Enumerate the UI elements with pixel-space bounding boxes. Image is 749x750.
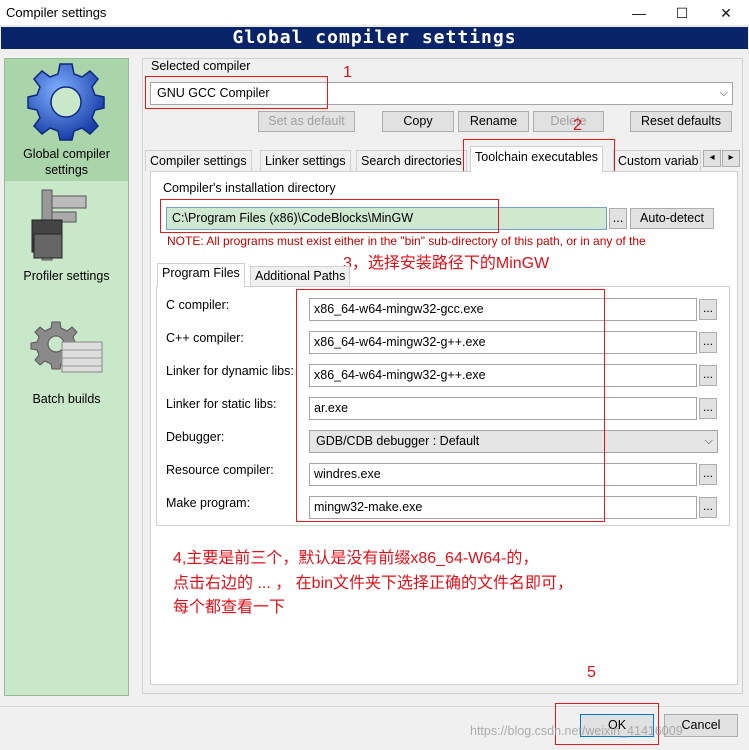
watermark: https://blog.csdn.net/weixin_41416009 (470, 724, 683, 738)
cpp-compiler-label: C++ compiler: (166, 331, 244, 345)
annotation-box-3 (160, 199, 499, 233)
sidebar-item-profiler-settings[interactable]: Profiler settings (4, 268, 129, 284)
reset-defaults-button[interactable]: Reset defaults (630, 111, 732, 132)
gear-icon (27, 63, 105, 141)
c-compiler-browse-button[interactable]: ... (699, 299, 717, 320)
rename-button[interactable]: Rename (458, 111, 529, 132)
install-dir-browse-button[interactable]: ... (609, 208, 627, 229)
caliper-icon (31, 189, 87, 261)
cpp-compiler-browse-button[interactable]: ... (699, 332, 717, 353)
tab-scroll-left-button[interactable]: ◂ (703, 150, 721, 167)
resource-compiler-label: Resource compiler: (166, 463, 274, 477)
maximize-button[interactable]: ☐ (661, 0, 703, 26)
chevron-down-icon: ⌵ (719, 87, 728, 99)
tab-compiler-settings[interactable]: Compiler settings (145, 150, 252, 171)
static-linker-label: Linker for static libs: (166, 397, 277, 411)
set-as-default-button[interactable]: Set as default (258, 111, 355, 132)
sidebar-item-label: Global compiler settings (23, 147, 110, 177)
annotation-box-1 (145, 76, 328, 109)
static-linker-browse-button[interactable]: ... (699, 398, 717, 419)
make-program-label: Make program: (166, 496, 251, 510)
selected-compiler-label: Selected compiler (151, 59, 251, 73)
dynamic-linker-browse-button[interactable]: ... (699, 365, 717, 386)
annotation-5: 5 (587, 664, 596, 681)
install-dir-note: NOTE: All programs must exist either in … (167, 234, 646, 248)
title-bar: Compiler settings — ☐ ✕ (0, 0, 749, 26)
install-dir-label: Compiler's installation directory (163, 181, 336, 195)
sidebar-item-batch-builds[interactable]: Batch builds (4, 391, 129, 407)
delete-button[interactable]: Delete (533, 111, 604, 132)
auto-detect-button[interactable]: Auto-detect (630, 208, 714, 229)
tab-toolchain-executables[interactable]: Toolchain executables (470, 146, 603, 172)
copy-button[interactable]: Copy (382, 111, 454, 132)
dynamic-linker-label: Linker for dynamic libs: (166, 364, 294, 378)
annotation-4-line-1: 4,主要是前三个，默认是没有前缀x86_64-W64-的， (173, 550, 539, 567)
annotation-1: 1 (343, 64, 352, 81)
minimize-button[interactable]: — (618, 0, 660, 26)
c-compiler-label: C compiler: (166, 298, 230, 312)
subtab-additional-paths[interactable]: Additional Paths (250, 266, 351, 286)
tab-scroll-right-button[interactable]: ▸ (722, 150, 740, 167)
tab-linker-settings[interactable]: Linker settings (260, 150, 351, 171)
tab-custom-variables[interactable]: Custom variab (613, 150, 701, 171)
window-title: Compiler settings (6, 5, 107, 20)
batch-gear-icon (30, 321, 103, 373)
debugger-label: Debugger: (166, 430, 225, 444)
make-program-browse-button[interactable]: ... (699, 497, 717, 518)
resource-compiler-browse-button[interactable]: ... (699, 464, 717, 485)
subtab-program-files[interactable]: Program Files (157, 263, 245, 287)
close-button[interactable]: ✕ (705, 0, 747, 26)
chevron-down-icon: ⌵ (704, 435, 713, 447)
annotation-4-line-2: 点击右边的 ... ， 在bin文件夹下选择正确的文件名即可， (173, 575, 574, 592)
tab-search-directories[interactable]: Search directories (356, 150, 467, 171)
annotation-box-4 (296, 289, 605, 522)
dialog-banner: Global compiler settings (1, 27, 748, 49)
annotation-3: 3，选择安装路径下的MinGW (343, 255, 550, 272)
annotation-2: 2 (573, 117, 582, 134)
annotation-4-line-3: 每个都查看一下 (173, 599, 286, 616)
